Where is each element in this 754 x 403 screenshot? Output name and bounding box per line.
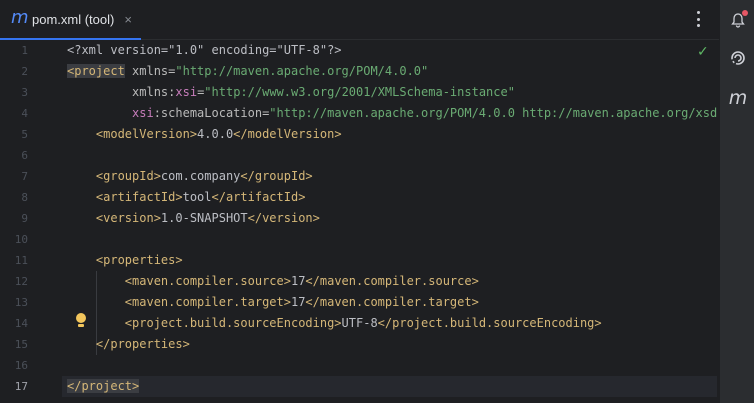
- line-number: 9: [21, 212, 28, 225]
- code-token: xsi: [67, 106, 154, 120]
- code-token: </version>: [247, 211, 320, 225]
- line-number: 6: [21, 149, 28, 162]
- code-line: <groupId>com.company</groupId>: [67, 166, 313, 187]
- code-editor[interactable]: 1 2 3 4 5 6 7 8 9 10 11 12 13 14 15 16 17 <?xml version=…: [0, 40, 719, 403]
- notifications-icon[interactable]: [728, 10, 748, 30]
- line-number: 4: [21, 107, 28, 120]
- code-line: <maven.compiler.source>17</maven.compile…: [67, 271, 479, 292]
- line-number: 3: [21, 86, 28, 99]
- lightbulb-icon[interactable]: [75, 313, 87, 329]
- line-number: 13: [14, 296, 28, 309]
- code-token: </properties>: [67, 337, 190, 351]
- code-line: </project>: [67, 376, 140, 397]
- code-token: <artifactId>: [67, 190, 183, 204]
- line-number: 1: [21, 44, 28, 57]
- tab-label: pom.xml (tool): [32, 12, 115, 27]
- tab-pom-xml[interactable]: m pom.xml (tool) ×: [0, 0, 141, 40]
- code-token: 17: [290, 295, 306, 309]
- more-options-icon[interactable]: [691, 11, 705, 27]
- line-number: 11: [14, 254, 28, 267]
- code-line: <artifactId>tool</artifactId>: [67, 187, 306, 208]
- code-token: 1.0-SNAPSHOT: [160, 211, 248, 225]
- code-line: <modelVersion>4.0.0</modelVersion>: [67, 124, 342, 145]
- inspection-ok-icon[interactable]: ✓: [697, 44, 709, 60]
- code-token: </project>: [67, 379, 140, 393]
- code-token: "http://maven.apache.org/POM/4.0.0 http:…: [269, 106, 717, 120]
- code-token: </maven.compiler.source>: [305, 274, 479, 288]
- code-token: </maven.compiler.target>: [305, 295, 479, 309]
- code-token: 4.0.0: [197, 127, 234, 141]
- code-token: <version>: [67, 211, 161, 225]
- line-number-gutter: 1 2 3 4 5 6 7 8 9 10 11 12 13 14 15 16 17: [0, 40, 62, 403]
- line-number: 15: [14, 338, 28, 351]
- ai-assistant-icon[interactable]: [728, 48, 748, 68]
- code-token: tool: [182, 190, 212, 204]
- code-token: </artifactId>: [211, 190, 306, 204]
- line-number: 14: [14, 317, 28, 330]
- code-content[interactable]: <?xml version="1.0" encoding="UTF-8"?> <p…: [67, 40, 717, 403]
- code-line: <?xml version="1.0" encoding="UTF-8"?>: [67, 40, 342, 61]
- code-token: xsi: [175, 85, 198, 99]
- code-line: xsi:schemaLocation="http://maven.apache.…: [67, 103, 717, 124]
- code-line: <project xmlns="http://maven.apache.org/…: [67, 61, 428, 82]
- code-line: <properties>: [67, 250, 183, 271]
- code-token: </groupId>: [240, 169, 313, 183]
- code-token: <groupId>: [67, 169, 161, 183]
- code-line: <maven.compiler.target>17</maven.compile…: [67, 292, 479, 313]
- code-token: com.company: [160, 169, 241, 183]
- code-token: 17: [290, 274, 306, 288]
- code-token: </modelVersion>: [233, 127, 342, 141]
- right-tool-window-bar: m: [719, 0, 754, 403]
- line-number: 7: [21, 170, 28, 183]
- code-token: <properties>: [67, 253, 183, 267]
- code-token: "http://www.w3.org/2001/XMLSchema-instan…: [204, 85, 515, 99]
- code-token: xmlns:: [67, 85, 176, 99]
- line-number: 10: [14, 233, 28, 246]
- code-line: <project.build.sourceEncoding>UTF-8</pro…: [67, 313, 602, 334]
- code-line: </properties>: [67, 334, 190, 355]
- code-token: :schemaLocation=: [153, 106, 270, 120]
- code-token: <project: [67, 64, 125, 78]
- maven-m-icon: m: [11, 7, 29, 28]
- code-line: xmlns:xsi="http://www.w3.org/2001/XMLSch…: [67, 82, 515, 103]
- code-token: <modelVersion>: [67, 127, 198, 141]
- code-token: <project.build.sourceEncoding>: [67, 316, 342, 330]
- code-token: "http://maven.apache.org/POM/4.0.0": [175, 64, 429, 78]
- line-number: 17: [14, 380, 28, 393]
- line-number: 2: [21, 65, 28, 78]
- code-line: <version>1.0-SNAPSHOT</version>: [67, 208, 320, 229]
- close-icon[interactable]: ×: [124, 12, 132, 27]
- line-number: 12: [14, 275, 28, 288]
- code-token: UTF-8: [341, 316, 378, 330]
- code-token: </project.build.sourceEncoding>: [377, 316, 602, 330]
- code-token: xmlns=: [124, 64, 176, 78]
- line-number: 5: [21, 128, 28, 141]
- code-token: <maven.compiler.source>: [67, 274, 291, 288]
- editor-tab-bar: m pom.xml (tool) ×: [0, 0, 719, 40]
- code-token: <maven.compiler.target>: [67, 295, 291, 309]
- line-number: 8: [21, 191, 28, 204]
- maven-icon[interactable]: m: [728, 87, 748, 109]
- line-number: 16: [14, 359, 28, 372]
- notification-badge: [742, 10, 748, 16]
- code-token: <?xml version="1.0" encoding="UTF-8"?>: [67, 43, 342, 57]
